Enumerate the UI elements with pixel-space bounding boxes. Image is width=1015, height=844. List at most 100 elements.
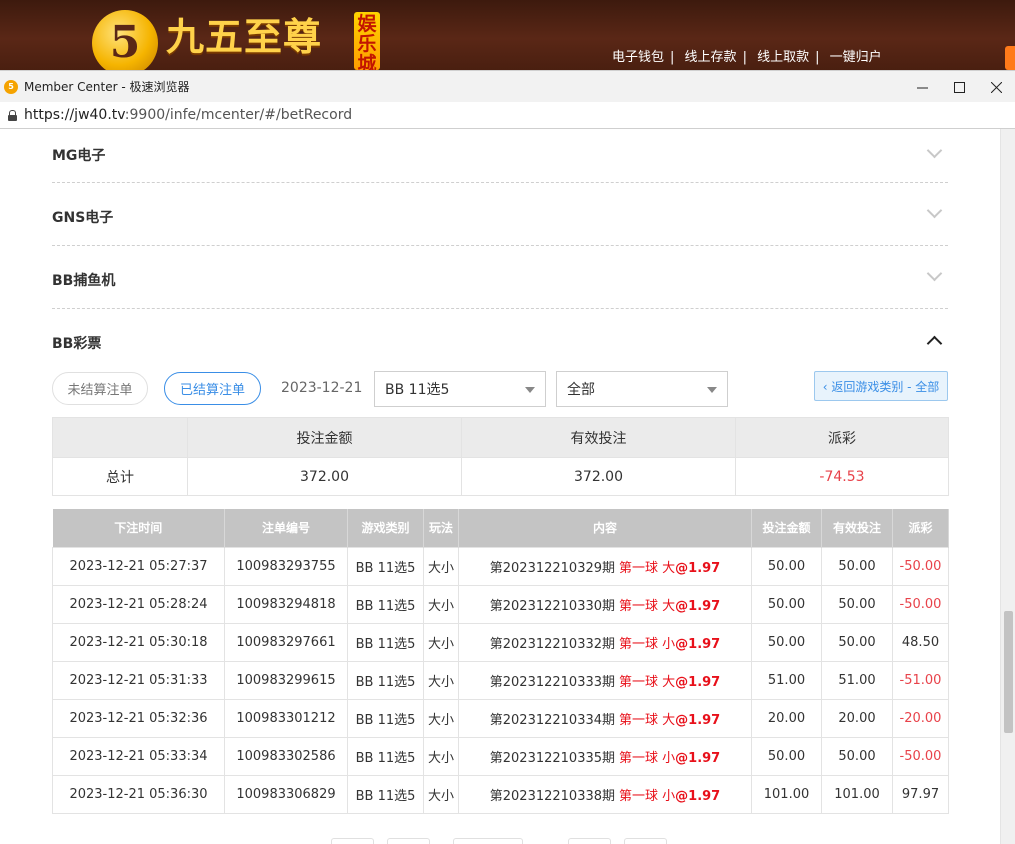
- cell-valid: 101.00: [821, 774, 893, 814]
- table-row: 2023-12-21 05:31:33 100983299615 BB 11选5 大小…: [52, 660, 949, 700]
- cell-valid: 50.00: [821, 584, 893, 624]
- game-select[interactable]: BB 11选5: [374, 371, 546, 407]
- address-bar[interactable]: https://jw40.tv:9900/infe/mcenter/#/betR…: [0, 102, 1015, 129]
- table-row: 2023-12-21 05:33:34 100983302586 BB 11选5 大小…: [52, 736, 949, 776]
- records-header-row: 下注时间 注单编号 游戏类别 玩法 内容 投注金额 有效投注 派彩: [52, 509, 949, 547]
- content-pick: 第一球 小: [619, 636, 676, 652]
- summary-header-blank: [52, 417, 188, 458]
- side-tab[interactable]: [1005, 46, 1015, 70]
- header-payout: 派彩: [892, 509, 949, 547]
- pager-input[interactable]: [453, 838, 523, 844]
- cell-valid: 50.00: [821, 546, 893, 586]
- content-odds: @1.97: [675, 788, 721, 804]
- cell-play: 大小: [423, 698, 459, 738]
- cell-time: 2023-12-21 05:33:34: [52, 736, 225, 776]
- content-pick: 第一球 大: [619, 598, 676, 614]
- category-label: MG电子: [52, 148, 106, 164]
- cell-play: 大小: [423, 584, 459, 624]
- date-picker[interactable]: 2023-12-21: [281, 380, 362, 396]
- pager-first-button[interactable]: [331, 838, 374, 844]
- cell-content: 第202312210332期 第一球 小@1.97: [458, 622, 752, 662]
- link-deposit[interactable]: 线上存款: [685, 50, 737, 65]
- cell-payout: -50.00: [892, 546, 949, 586]
- bet-records-table: 下注时间 注单编号 游戏类别 玩法 内容 投注金额 有效投注 派彩 2023-1…: [52, 509, 949, 814]
- cell-bet: 20.00: [751, 698, 822, 738]
- content-period: 第202312210338期: [489, 788, 616, 804]
- cell-time: 2023-12-21 05:27:37: [52, 546, 225, 586]
- cell-play: 大小: [423, 660, 459, 700]
- link-ewallet[interactable]: 电子钱包: [612, 50, 664, 65]
- cell-valid: 20.00: [821, 698, 893, 738]
- content-period: 第202312210333期: [489, 674, 616, 690]
- content-period: 第202312210335期: [489, 750, 616, 766]
- content-odds: @1.97: [675, 636, 721, 652]
- vertical-scrollbar[interactable]: [1000, 129, 1015, 844]
- lock-icon: [8, 109, 17, 121]
- type-select[interactable]: 全部: [556, 371, 728, 407]
- content-odds: @1.97: [675, 750, 721, 766]
- close-icon[interactable]: [978, 71, 1015, 103]
- cell-time: 2023-12-21 05:30:18: [52, 622, 225, 662]
- chevron-down-icon[interactable]: [926, 202, 943, 219]
- header-time: 下注时间: [52, 509, 225, 547]
- category-mg[interactable]: MG电子: [52, 142, 948, 183]
- page-content: MG电子 GNS电子 BB捕鱼机 BB彩票 未结算注单 已结算注单 2023-1…: [0, 129, 1000, 844]
- header-valid: 有效投注: [821, 509, 893, 547]
- pager-prev-button[interactable]: [387, 838, 430, 844]
- records-body: 2023-12-21 05:27:37 100983293755 BB 11选5 大小…: [52, 546, 949, 814]
- category-label: GNS电子: [52, 210, 114, 226]
- window-titlebar: 5 Member Center - 极速浏览器: [0, 70, 1015, 102]
- caret-down-icon: [525, 387, 535, 393]
- cell-content: 第202312210338期 第一球 小@1.97: [458, 774, 752, 814]
- cell-bet: 50.00: [751, 584, 822, 624]
- link-consolidate[interactable]: 一键归户: [830, 50, 882, 65]
- cell-time: 2023-12-21 05:36:30: [52, 774, 225, 814]
- category-gns[interactable]: GNS电子: [52, 183, 948, 246]
- window-title: Member Center - 极速浏览器: [24, 80, 190, 94]
- category-bb-lottery[interactable]: BB彩票: [52, 309, 948, 372]
- unsettled-bets-button[interactable]: 未结算注单: [52, 372, 148, 405]
- cell-game: BB 11选5: [347, 584, 424, 624]
- summary-valid: 372.00: [461, 457, 736, 496]
- pager-next-button[interactable]: [568, 838, 611, 844]
- scrollbar-thumb[interactable]: [1004, 611, 1013, 733]
- content-pick: 第一球 大: [619, 674, 676, 690]
- pager-last-button[interactable]: [624, 838, 667, 844]
- content-odds: @1.97: [675, 674, 721, 690]
- cell-bet: 51.00: [751, 660, 822, 700]
- logo-text: 九五至尊: [166, 14, 323, 59]
- content-pick: 第一球 大: [619, 560, 676, 576]
- cell-play: 大小: [423, 774, 459, 814]
- back-to-categories-button[interactable]: ‹ 返回游戏类别 - 全部: [814, 371, 948, 401]
- content-pick: 第一球 小: [619, 750, 676, 766]
- cell-content: 第202312210333期 第一球 大@1.97: [458, 660, 752, 700]
- cell-id: 100983299615: [224, 660, 348, 700]
- type-select-value: 全部: [567, 382, 595, 398]
- content-period: 第202312210332期: [489, 636, 616, 652]
- maximize-icon[interactable]: [941, 71, 978, 103]
- category-bb-fishing[interactable]: BB捕鱼机: [52, 246, 948, 309]
- cell-payout: -20.00: [892, 698, 949, 738]
- cell-time: 2023-12-21 05:31:33: [52, 660, 225, 700]
- cell-content: 第202312210335期 第一球 小@1.97: [458, 736, 752, 776]
- settled-bets-button[interactable]: 已结算注单: [164, 372, 261, 405]
- chevron-down-icon[interactable]: [926, 265, 943, 282]
- cell-bet: 101.00: [751, 774, 822, 814]
- cell-content: 第202312210329期 第一球 大@1.97: [458, 546, 752, 586]
- cell-content: 第202312210334期 第一球 大@1.97: [458, 698, 752, 738]
- cell-payout: 48.50: [892, 622, 949, 662]
- site-header: 5 九五至尊 娱乐城 电子钱包 | 线上存款 | 线上取款 | 一键归户: [0, 0, 1015, 70]
- summary-header-payout: 派彩: [735, 417, 949, 458]
- chevron-down-icon[interactable]: [926, 142, 943, 159]
- link-withdraw[interactable]: 线上取款: [757, 50, 809, 65]
- chevron-up-icon[interactable]: [926, 335, 943, 352]
- category-label: BB彩票: [52, 336, 102, 352]
- cell-play: 大小: [423, 546, 459, 586]
- browser-logo-icon: 5: [4, 79, 18, 94]
- cell-payout: -50.00: [892, 736, 949, 776]
- content-odds: @1.97: [675, 712, 721, 728]
- url-text[interactable]: https://jw40.tv:9900/infe/mcenter/#/betR…: [24, 107, 352, 123]
- minimize-icon[interactable]: [904, 71, 941, 103]
- cell-time: 2023-12-21 05:28:24: [52, 584, 225, 624]
- content-period: 第202312210330期: [489, 598, 616, 614]
